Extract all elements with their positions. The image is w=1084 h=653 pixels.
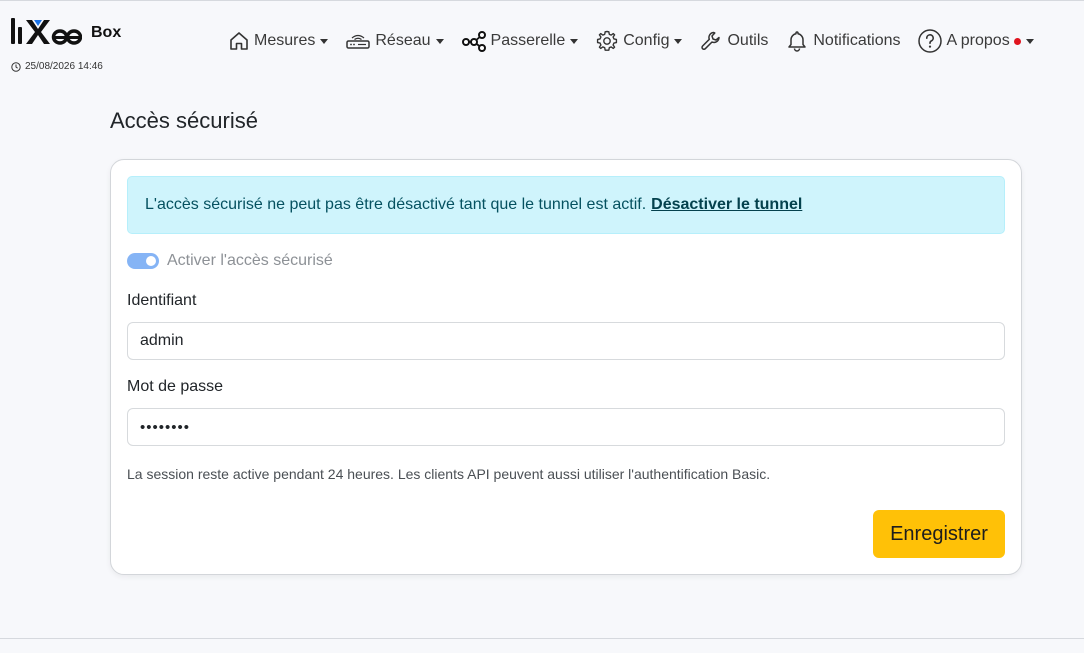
nav-notifications[interactable]: Notifications [785, 29, 901, 53]
chevron-down-icon [320, 38, 329, 44]
home-icon [228, 30, 250, 52]
nav-passerelle-label: Passerelle [490, 32, 566, 49]
chevron-down-icon [1025, 38, 1034, 44]
nav-outils-label: Outils [727, 32, 769, 49]
password-label: Mot de passe [127, 378, 224, 395]
notification-dot [1013, 37, 1021, 45]
question-circle-icon [917, 28, 943, 54]
router-icon [345, 30, 371, 52]
chevron-down-icon [570, 38, 579, 44]
gear-icon [595, 29, 619, 53]
wrench-icon [699, 29, 723, 53]
secure-access-toggle-row: Activer l'accès sécurisé [127, 252, 333, 270]
nav-reseau[interactable]: Réseau [345, 30, 444, 52]
nav-passerelle[interactable]: Passerelle [461, 30, 579, 52]
main-nav: Mesures Réseau Passerelle Config Outils … [228, 27, 1034, 55]
bell-icon [785, 29, 809, 53]
nav-mesures-label: Mesures [254, 32, 316, 49]
secure-access-card: L'accès sécurisé ne peut pas être désact… [110, 159, 1022, 575]
brand-logo[interactable]: Box [10, 12, 121, 46]
tunnel-alert: L'accès sécurisé ne peut pas être désact… [127, 176, 1005, 234]
secure-access-toggle-label: Activer l'accès sécurisé [167, 252, 333, 269]
secure-access-toggle[interactable] [127, 253, 159, 269]
page-title: Accès sécurisé [110, 108, 258, 133]
brand-box-label: Box [91, 24, 122, 41]
bottom-border [0, 638, 1084, 639]
save-button[interactable]: Enregistrer [873, 510, 1005, 558]
nav-apropos[interactable]: A propos [917, 28, 1034, 54]
session-help-text: La session reste active pendant 24 heure… [127, 466, 771, 482]
nav-reseau-label: Réseau [375, 32, 431, 49]
nav-notifications-label: Notifications [813, 32, 901, 49]
identifiant-input[interactable]: admin [127, 322, 1005, 360]
nav-config[interactable]: Config [595, 29, 683, 53]
alert-text: L'accès sécurisé ne peut pas être désact… [145, 196, 647, 213]
nav-mesures[interactable]: Mesures [228, 30, 329, 52]
nav-apropos-label: A propos [946, 32, 1010, 49]
top-border [0, 0, 1084, 1]
datetime-text: 25/08/2026 14:46 [25, 61, 103, 72]
nav-outils[interactable]: Outils [699, 29, 768, 53]
lixee-logo [11, 18, 82, 45]
network-nodes-icon [461, 30, 487, 52]
clock-icon [11, 61, 21, 72]
nav-config-label: Config [623, 32, 670, 49]
toggle-knob [146, 256, 156, 266]
datetime: 25/08/2026 14:46 [11, 61, 103, 72]
password-input[interactable]: •••••••• [127, 408, 1005, 446]
chevron-down-icon [674, 38, 683, 44]
chevron-down-icon [435, 38, 444, 44]
identifiant-label: Identifiant [127, 292, 197, 309]
disable-tunnel-link[interactable]: Désactiver le tunnel [651, 196, 802, 214]
